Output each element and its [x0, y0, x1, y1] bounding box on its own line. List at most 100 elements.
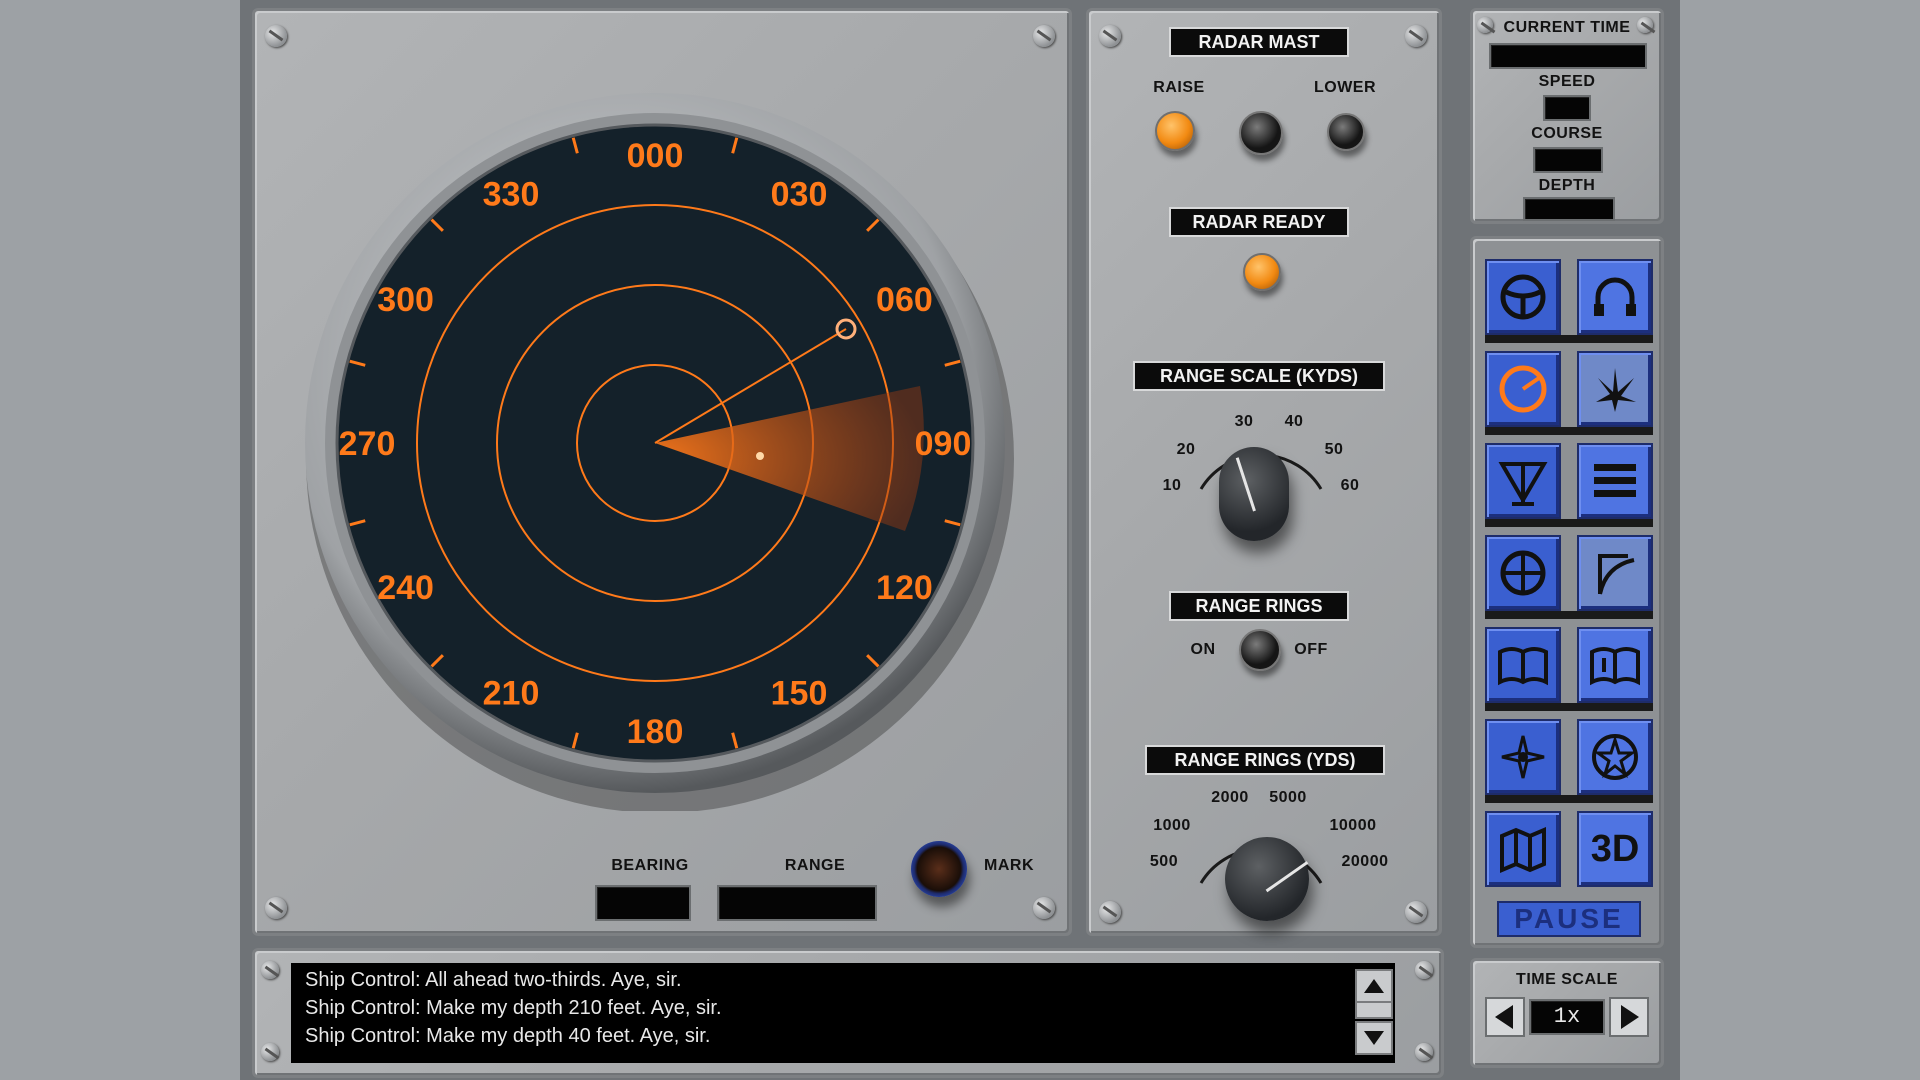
- rings-yds-tick: 10000: [1329, 817, 1377, 834]
- pause-button[interactable]: PAUSE: [1497, 901, 1641, 937]
- raise-mast-button[interactable]: [1155, 111, 1195, 151]
- medal-icon[interactable]: [1577, 719, 1653, 795]
- rings-yds-tick: 20000: [1341, 853, 1389, 870]
- message-line: Ship Control: All ahead two-thirds. Aye,…: [305, 969, 682, 991]
- shelf-divider: [1485, 795, 1653, 803]
- heading-label-060: 060: [876, 281, 933, 319]
- range-scale-tick: 30: [1234, 413, 1254, 430]
- range-scale-title: RANGE SCALE (KYDS): [1133, 361, 1385, 391]
- range-readout: [717, 885, 877, 921]
- radar-scope: 000 030 060 090 120 150 180 210 240 270 300 330: [305, 93, 1014, 811]
- mark-label: MARK: [984, 857, 1034, 874]
- log-icon[interactable]: [1577, 627, 1653, 703]
- target-icon[interactable]: [1485, 535, 1561, 611]
- depth-label: DEPTH: [1538, 177, 1596, 194]
- screw-icon: [1405, 25, 1427, 47]
- message-line: Ship Control: Make my depth 210 feet. Ay…: [305, 997, 722, 1019]
- radar-icon[interactable]: [1485, 351, 1561, 427]
- range-rings-yds-knob[interactable]: [1225, 837, 1309, 921]
- heading-label-180: 180: [627, 713, 684, 751]
- map-icon[interactable]: [1485, 811, 1561, 887]
- range-scale-tick: 10: [1162, 477, 1182, 494]
- heading-label-120: 120: [876, 569, 933, 607]
- bearing-label: BEARING: [611, 857, 689, 874]
- lower-mast-button[interactable]: [1327, 113, 1365, 151]
- bearing-readout: [595, 885, 691, 921]
- mast-toggle-switch[interactable]: [1239, 111, 1283, 155]
- heading-label-240: 240: [377, 569, 434, 607]
- screw-icon: [1415, 961, 1433, 979]
- range-rings-yds-title: RANGE RINGS (YDS): [1145, 745, 1385, 775]
- range-scale-tick: 60: [1340, 477, 1360, 494]
- radar-contact[interactable]: [756, 452, 764, 460]
- course-label: COURSE: [1531, 125, 1603, 142]
- heading-label-030: 030: [771, 176, 828, 214]
- scroll-bar[interactable]: [1355, 1001, 1393, 1019]
- heading-label-210: 210: [483, 674, 540, 712]
- range-scale-tick: 20: [1176, 441, 1196, 458]
- knob-pointer: [1235, 457, 1256, 512]
- range-scale-tick: 50: [1324, 441, 1344, 458]
- screw-icon: [1099, 901, 1121, 923]
- range-rings-toggle[interactable]: [1239, 629, 1281, 671]
- chart-icon[interactable]: [1577, 535, 1653, 611]
- scroll-up-button[interactable]: [1355, 969, 1393, 1003]
- arrow-left-icon: [1495, 1005, 1513, 1029]
- shelf-divider: [1485, 335, 1653, 343]
- heading-label-000: 000: [627, 137, 684, 175]
- time-scale-label: TIME SCALE: [1516, 971, 1618, 988]
- 3d-view-label: 3D: [1590, 827, 1640, 870]
- rings-on-label: ON: [1190, 641, 1216, 658]
- message-log: Ship Control: All ahead two-thirds. Aye,…: [291, 963, 1395, 1063]
- current-time-label: CURRENT TIME: [1503, 19, 1631, 36]
- rings-yds-tick: 1000: [1153, 817, 1191, 834]
- heading-label-330: 330: [483, 176, 540, 214]
- speed-label: SPEED: [1538, 73, 1596, 90]
- radar-mast-title: RADAR MAST: [1169, 27, 1349, 57]
- screw-icon: [261, 1043, 279, 1061]
- time-scale-panel: TIME SCALE 1x: [1470, 958, 1664, 1068]
- screw-icon: [265, 897, 287, 919]
- speed-readout: [1543, 95, 1591, 121]
- heading-label-150: 150: [771, 674, 828, 712]
- ship-status-panel: CURRENT TIME SPEED COURSE DEPTH: [1470, 8, 1664, 224]
- compass-icon[interactable]: [1485, 719, 1561, 795]
- manual-icon[interactable]: [1485, 627, 1561, 703]
- sonar-icon[interactable]: [1577, 259, 1653, 335]
- time-scale-increase-button[interactable]: [1609, 997, 1649, 1037]
- heading-label-090: 090: [915, 425, 972, 463]
- course-readout: [1533, 147, 1603, 173]
- torpedo-icon[interactable]: [1485, 443, 1561, 519]
- message-console-panel: Ship Control: All ahead two-thirds. Aye,…: [252, 948, 1444, 1078]
- range-rings-title: RANGE RINGS: [1169, 591, 1349, 621]
- depth-readout: [1523, 197, 1615, 221]
- shelf-divider: [1485, 611, 1653, 619]
- screw-icon: [1033, 897, 1055, 919]
- rings-off-label: OFF: [1294, 641, 1328, 658]
- ship-control-icon[interactable]: [1485, 259, 1561, 335]
- time-scale-readout: 1x: [1529, 999, 1605, 1035]
- radar-ready-indicator: [1243, 253, 1281, 291]
- rings-yds-tick: 2000: [1211, 789, 1249, 806]
- range-scale-knob[interactable]: [1219, 447, 1289, 541]
- app-window: 000 030 060 090 120 150 180 210 240 270 300 330 BEA…: [240, 0, 1680, 1080]
- radar-ready-title: RADAR READY: [1169, 207, 1349, 237]
- heading-label-300: 300: [377, 281, 434, 319]
- 3d-view-icon[interactable]: 3D: [1577, 811, 1653, 887]
- knob-pointer: [1265, 861, 1309, 893]
- radar-controls-panel: RADAR MAST RAISE LOWER RADAR READY RANGE…: [1086, 8, 1442, 936]
- shelf-divider: [1485, 703, 1653, 711]
- screw-icon: [1099, 25, 1121, 47]
- arrow-down-icon: [1364, 1031, 1384, 1045]
- shelf-divider: [1485, 427, 1653, 435]
- scroll-down-button[interactable]: [1355, 1021, 1393, 1055]
- mark-button[interactable]: [911, 841, 967, 897]
- weapons-list-icon[interactable]: [1577, 443, 1653, 519]
- time-scale-value: 1x: [1553, 1004, 1581, 1029]
- rings-yds-tick: 500: [1149, 853, 1179, 870]
- periscope-icon[interactable]: [1577, 351, 1653, 427]
- screw-icon: [1415, 1043, 1433, 1061]
- radar-scope-panel: 000 030 060 090 120 150 180 210 240 270 300 330 BEA…: [252, 8, 1072, 936]
- screw-icon: [261, 961, 279, 979]
- time-scale-decrease-button[interactable]: [1485, 997, 1525, 1037]
